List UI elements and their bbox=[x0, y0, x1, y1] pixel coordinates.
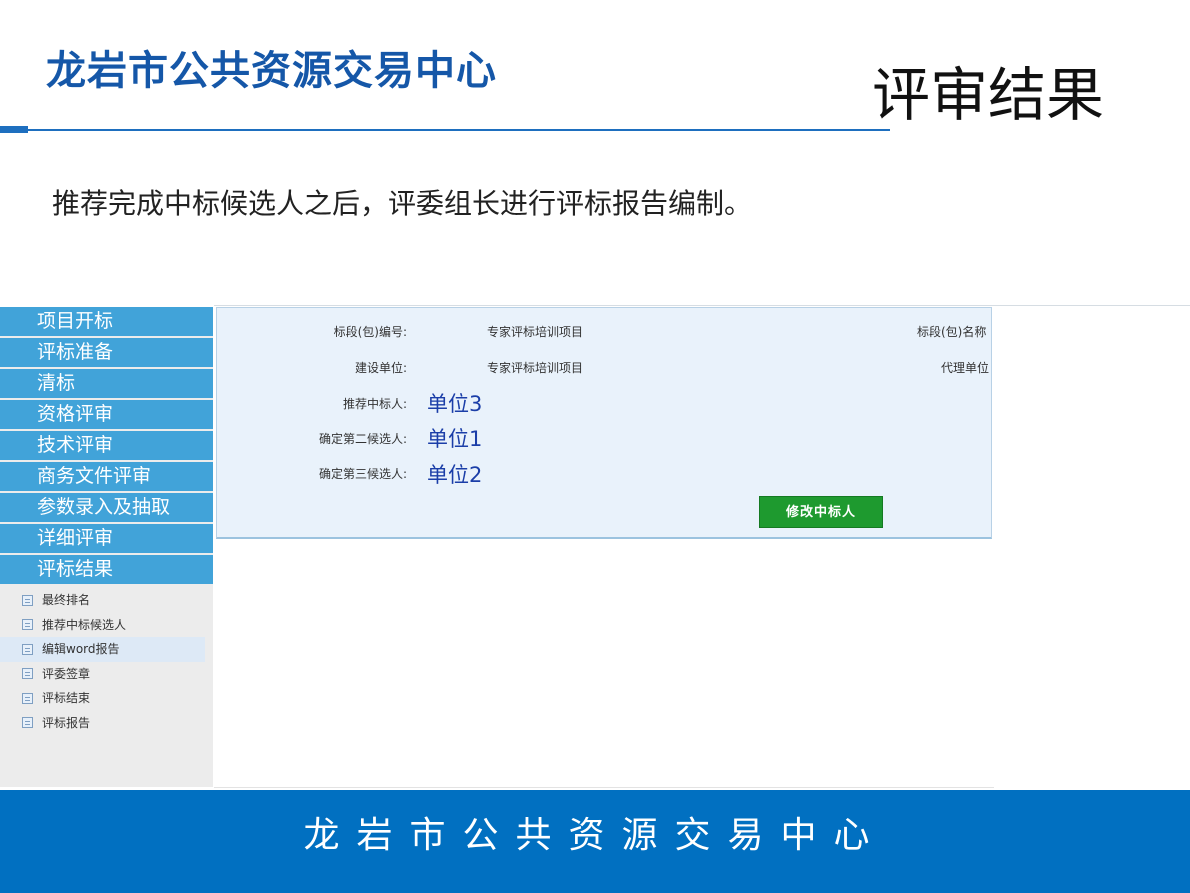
sub-item-label: 编辑word报告 bbox=[42, 642, 120, 656]
sidebar-item-technical-review[interactable]: 技术评审 bbox=[0, 431, 213, 460]
document-icon bbox=[22, 643, 33, 655]
sidebar-item-evaluation-result[interactable]: 评标结果 bbox=[0, 555, 213, 584]
agent-label: 代理单位 bbox=[941, 361, 990, 375]
section-code-value: 专家评标培训项目 bbox=[487, 325, 584, 339]
sidebar-item-evaluation-prep[interactable]: 评标准备 bbox=[0, 338, 213, 367]
sub-item-label: 推荐中标候选人 bbox=[42, 617, 127, 632]
sub-item-final-ranking[interactable]: 最终排名 bbox=[0, 588, 205, 613]
third-candidate-value: 单位2 bbox=[427, 463, 483, 487]
page-title: 评审结果 bbox=[872, 61, 1105, 129]
title-rule-accent bbox=[0, 126, 28, 133]
result-panel: 标段(包)编号: 专家评标培训项目 标段(包)名称 建设单位: 专家评标培训项目… bbox=[216, 307, 992, 539]
sub-item-edit-word-report[interactable]: 编辑word报告 bbox=[0, 637, 205, 662]
builder-label: 建设单位: bbox=[354, 361, 407, 375]
sidebar-item-business-review[interactable]: 商务文件评审 bbox=[0, 462, 213, 491]
sub-item-label: 最终排名 bbox=[42, 593, 91, 607]
sub-item-label: 评标报告 bbox=[42, 715, 91, 730]
sub-item-label: 评委签章 bbox=[42, 666, 91, 681]
sub-item-committee-signature[interactable]: 评委签章 bbox=[0, 662, 205, 687]
recommended-winner-value: 单位3 bbox=[427, 392, 483, 416]
footer-bar: 龙岩市公共资源交易中心 bbox=[0, 790, 1190, 893]
builder-value: 专家评标培训项目 bbox=[487, 361, 584, 375]
section-name-label: 标段(包)名称 bbox=[917, 325, 987, 339]
second-candidate-label: 确定第二候选人: bbox=[318, 432, 407, 446]
second-candidate-value: 单位1 bbox=[427, 427, 483, 451]
org-title: 龙岩市公共资源交易中心 bbox=[46, 48, 497, 94]
sidebar-sub-list: 最终排名 推荐中标候选人 编辑word报告 评委签章 评标结束 评标报告 bbox=[0, 588, 213, 735]
title-rule bbox=[28, 129, 890, 131]
sidebar-item-detailed-review[interactable]: 详细评审 bbox=[0, 524, 213, 553]
third-candidate-label: 确定第三候选人: bbox=[318, 467, 407, 481]
sidebar-item-parameter-entry[interactable]: 参数录入及抽取 bbox=[0, 493, 213, 522]
sub-item-recommend-candidates[interactable]: 推荐中标候选人 bbox=[0, 613, 205, 638]
screenshot-top-border bbox=[214, 305, 1190, 306]
document-icon bbox=[22, 692, 33, 704]
sub-item-label: 评标结束 bbox=[42, 691, 91, 705]
recommended-winner-label: 推荐中标人: bbox=[342, 397, 407, 411]
sidebar: 项目开标 评标准备 清标 资格评审 技术评审 商务文件评审 参数录入及抽取 详细… bbox=[0, 307, 213, 787]
sidebar-item-qualification-review[interactable]: 资格评审 bbox=[0, 400, 213, 429]
modify-winner-button[interactable]: 修改中标人 bbox=[759, 496, 883, 528]
document-icon bbox=[22, 594, 33, 606]
document-icon bbox=[22, 619, 33, 631]
sub-item-evaluation-report[interactable]: 评标报告 bbox=[0, 711, 205, 736]
sidebar-item-bid-clearing[interactable]: 清标 bbox=[0, 369, 213, 398]
description-text: 推荐完成中标候选人之后，评委组长进行评标报告编制。 bbox=[52, 187, 753, 220]
screenshot-bottom-border bbox=[214, 787, 994, 788]
document-icon bbox=[22, 717, 33, 729]
section-code-label: 标段(包)编号: bbox=[333, 325, 407, 339]
sub-item-evaluation-end[interactable]: 评标结束 bbox=[0, 686, 205, 711]
sidebar-item-project-opening[interactable]: 项目开标 bbox=[0, 307, 213, 336]
footer-org-name: 龙岩市公共资源交易中心 bbox=[303, 815, 887, 856]
document-icon bbox=[22, 668, 33, 680]
